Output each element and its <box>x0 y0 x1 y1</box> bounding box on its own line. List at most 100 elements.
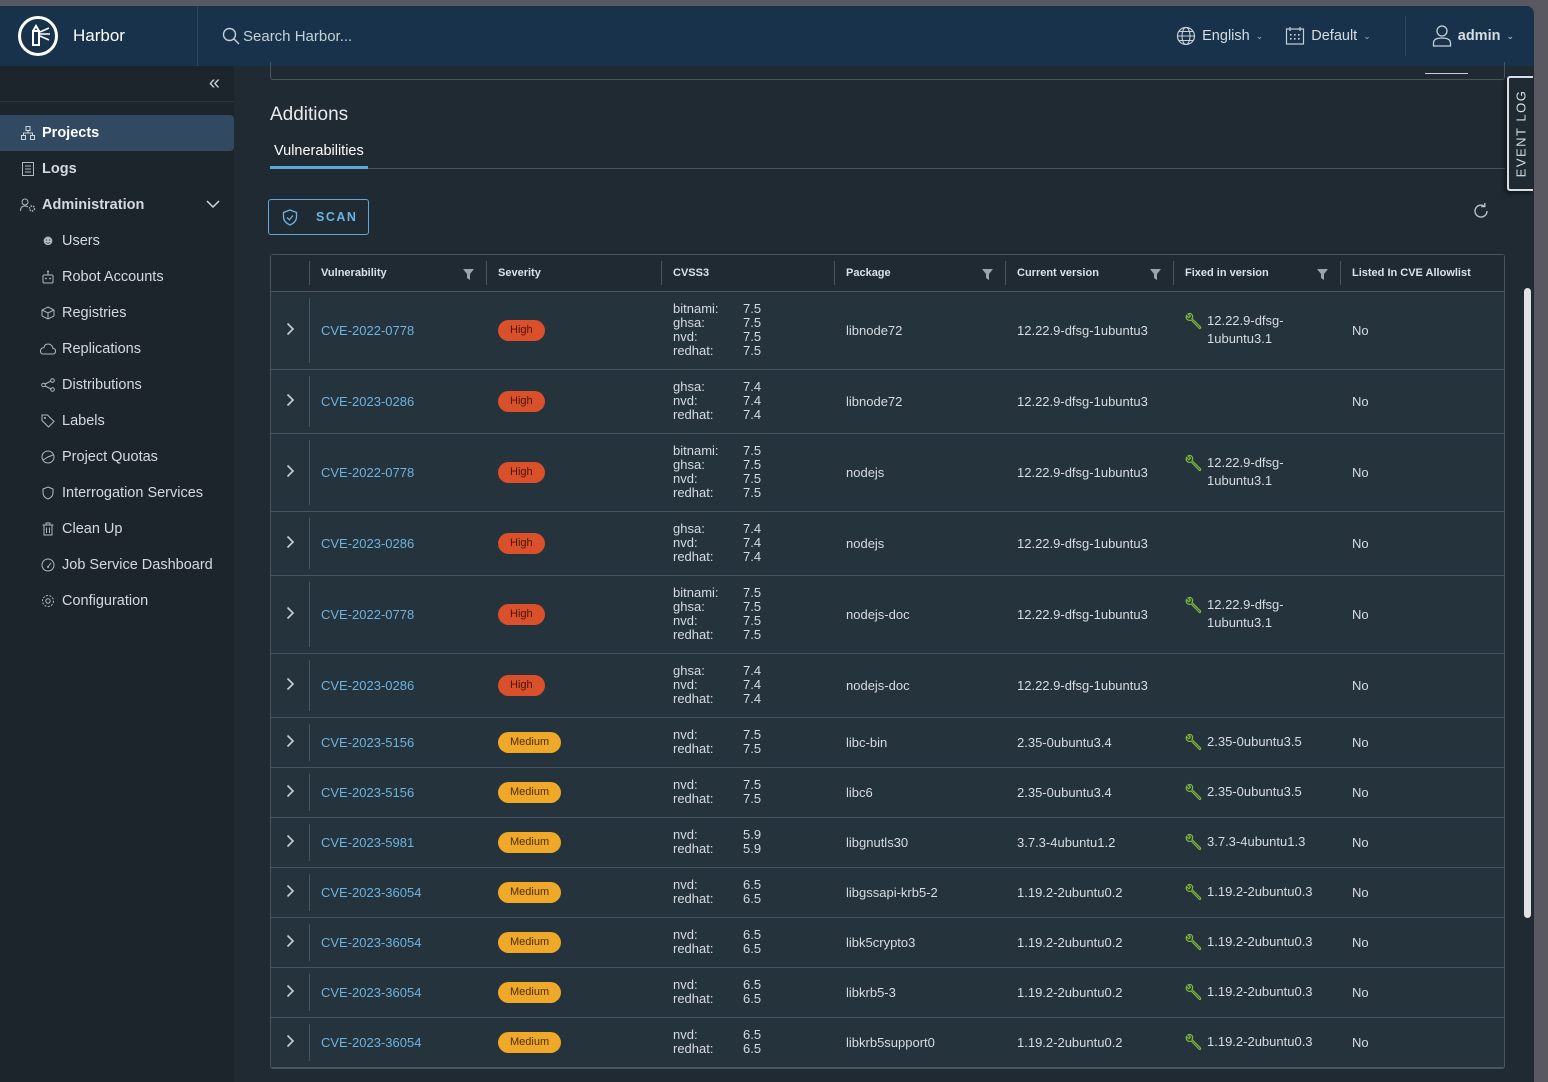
trash-icon <box>40 521 56 537</box>
allowlist-cell: No <box>1340 653 1504 718</box>
sidebar-item-projects[interactable]: Projects <box>0 115 234 151</box>
sidebar-item-administration[interactable]: Administration <box>0 187 234 223</box>
fixed-version: 1.19.2-2ubuntu0.3 <box>1185 933 1340 951</box>
severity-badge: High <box>498 319 545 341</box>
double-chevron-left-icon: « <box>208 72 220 94</box>
expand-row-button[interactable] <box>271 575 309 654</box>
cve-link[interactable]: CVE-2023-0286 <box>321 678 414 693</box>
filter-icon[interactable] <box>463 269 474 283</box>
scrollbar-thumb[interactable] <box>1524 288 1531 918</box>
cve-link[interactable]: CVE-2023-0286 <box>321 394 414 409</box>
sidebar-item-distributions[interactable]: Distributions <box>0 367 234 403</box>
cve-link[interactable]: CVE-2022-0778 <box>321 323 414 338</box>
cvss-cell: nvd: 6.5 redhat: 6.5 <box>661 967 834 1018</box>
sidebar-item-job-service-dashboard[interactable]: Job Service Dashboard <box>0 547 234 583</box>
expand-row-button[interactable] <box>271 717 309 768</box>
cvss-score: redhat: 6.5 <box>673 891 762 906</box>
sidebar-item-labels[interactable]: Labels <box>0 403 234 439</box>
expand-row-button[interactable] <box>271 1017 309 1068</box>
sidebar-item-project-quotas[interactable]: Project Quotas <box>0 439 234 475</box>
cvss-score: nvd: 7.4 <box>673 393 762 408</box>
severity-badge: High <box>498 461 545 483</box>
table-body: CVE-2022-0778 High bitnami: 7.5 ghsa: 7.5 nvd:… <box>271 291 1504 1068</box>
vulnerability-cell: CVE-2023-0286 <box>309 511 486 576</box>
scan-button[interactable]: SCAN <box>268 199 369 235</box>
sidebar-item-replications[interactable]: Replications <box>0 331 234 367</box>
column-header-current-version[interactable]: Current version <box>1005 255 1173 292</box>
cvss-score: redhat: 7.5 <box>673 791 762 806</box>
expand-row-button[interactable] <box>271 369 309 434</box>
sidebar-item-registries[interactable]: Registries <box>0 295 234 331</box>
column-header-severity[interactable]: Severity <box>486 255 661 292</box>
expand-row-button[interactable] <box>271 917 309 968</box>
cvss-score: redhat: 7.5 <box>673 741 762 756</box>
refresh-button[interactable] <box>1472 202 1490 225</box>
cve-link[interactable]: CVE-2022-0778 <box>321 607 414 622</box>
shield-check-icon <box>282 208 298 226</box>
user-menu[interactable]: admin ⌄ <box>1432 25 1514 47</box>
sidebar-item-interrogation-services[interactable]: Interrogation Services <box>0 475 234 511</box>
column-header-vulnerability[interactable]: Vulnerability <box>309 255 486 292</box>
expand-row-button[interactable] <box>271 967 309 1018</box>
expand-row-button[interactable] <box>271 817 309 868</box>
fixed-version: 1.19.2-2ubuntu0.3 <box>1185 883 1340 901</box>
datetime-format-selector[interactable]: Default ⌄ <box>1285 26 1371 46</box>
allowlist-cell: No <box>1340 369 1504 434</box>
cve-link[interactable]: CVE-2023-5156 <box>321 785 414 800</box>
cve-link[interactable]: CVE-2023-36054 <box>321 1035 421 1050</box>
fixed-version: 12.22.9-dfsg-1ubuntu3.1 <box>1185 596 1340 632</box>
collapse-sidebar-button[interactable]: « <box>0 66 234 102</box>
filter-icon[interactable] <box>982 269 993 283</box>
wrench-icon <box>1185 596 1202 614</box>
allowlist-cell: No <box>1340 433 1504 512</box>
filter-icon[interactable] <box>1150 269 1161 283</box>
cvss-score: redhat: 7.4 <box>673 691 762 706</box>
cvss-score: nvd: 6.5 <box>673 877 762 892</box>
expand-row-button[interactable] <box>271 867 309 918</box>
tab-vulnerabilities[interactable]: Vulnerabilities <box>270 142 368 169</box>
cve-link[interactable]: CVE-2023-36054 <box>321 885 421 900</box>
cve-link[interactable]: CVE-2023-36054 <box>321 985 421 1000</box>
brand[interactable]: Harbor <box>0 6 198 66</box>
sidebar-item-configuration[interactable]: Configuration <box>0 583 234 619</box>
sidebar-item-users[interactable]: ☻ Users <box>0 223 234 259</box>
filter-icon[interactable] <box>1317 269 1328 283</box>
severity-badge: Medium <box>498 1031 562 1053</box>
expand-row-button[interactable] <box>271 291 309 370</box>
table-row: CVE-2023-5156 Medium nvd: 7.5 redhat: 7.5 libc… <box>271 767 1504 818</box>
section-title: Additions <box>270 104 349 125</box>
global-search[interactable]: Search Harbor... <box>222 27 352 45</box>
sidebar-item-logs[interactable]: Logs <box>0 151 234 187</box>
chevron-right-icon <box>286 734 294 747</box>
expand-row-button[interactable] <box>271 653 309 718</box>
cve-link[interactable]: CVE-2023-36054 <box>321 935 421 950</box>
fixed-version-cell: 2.35-0ubuntu3.5 <box>1173 767 1340 818</box>
column-header-fixed-version[interactable]: Fixed in version <box>1173 255 1340 292</box>
table-row: CVE-2023-5981 Medium nvd: 5.9 redhat: 5.9 libg… <box>271 817 1504 868</box>
package-cell: libkrb5support0 <box>834 1017 1005 1068</box>
current-version-cell: 12.22.9-dfsg-1ubuntu3 <box>1005 433 1173 512</box>
wrench-icon <box>1185 983 1202 1001</box>
search-input[interactable]: Search Harbor... <box>243 28 352 45</box>
cve-link[interactable]: CVE-2023-5981 <box>321 835 414 850</box>
cve-link[interactable]: CVE-2023-0286 <box>321 536 414 551</box>
wrench-icon <box>1185 733 1202 751</box>
users-icon: ☻ <box>40 233 56 249</box>
sidebar-item-robot-accounts[interactable]: Robot Accounts <box>0 259 234 295</box>
language-selector[interactable]: English ⌄ <box>1176 26 1263 46</box>
expand-row-button[interactable] <box>271 511 309 576</box>
sidebar-item-clean-up[interactable]: Clean Up <box>0 511 234 547</box>
quota-icon <box>40 449 56 465</box>
event-log-tab[interactable]: EVENT LOG <box>1507 76 1533 191</box>
cvss-score: nvd: 7.4 <box>673 535 762 550</box>
column-header-cvss3[interactable]: CVSS3 <box>661 255 834 292</box>
column-header-package[interactable]: Package <box>834 255 1005 292</box>
cve-link[interactable]: CVE-2023-5156 <box>321 735 414 750</box>
expand-row-button[interactable] <box>271 767 309 818</box>
fixed-version: 3.7.3-4ubuntu1.3 <box>1185 833 1340 851</box>
chevron-right-icon <box>286 1034 294 1047</box>
expand-row-button[interactable] <box>271 433 309 512</box>
cve-link[interactable]: CVE-2022-0778 <box>321 465 414 480</box>
column-header-allowlist[interactable]: Listed In CVE Allowlist <box>1340 255 1504 292</box>
table-row: CVE-2022-0778 High bitnami: 7.5 ghsa: 7.5 nvd:… <box>271 291 1504 370</box>
